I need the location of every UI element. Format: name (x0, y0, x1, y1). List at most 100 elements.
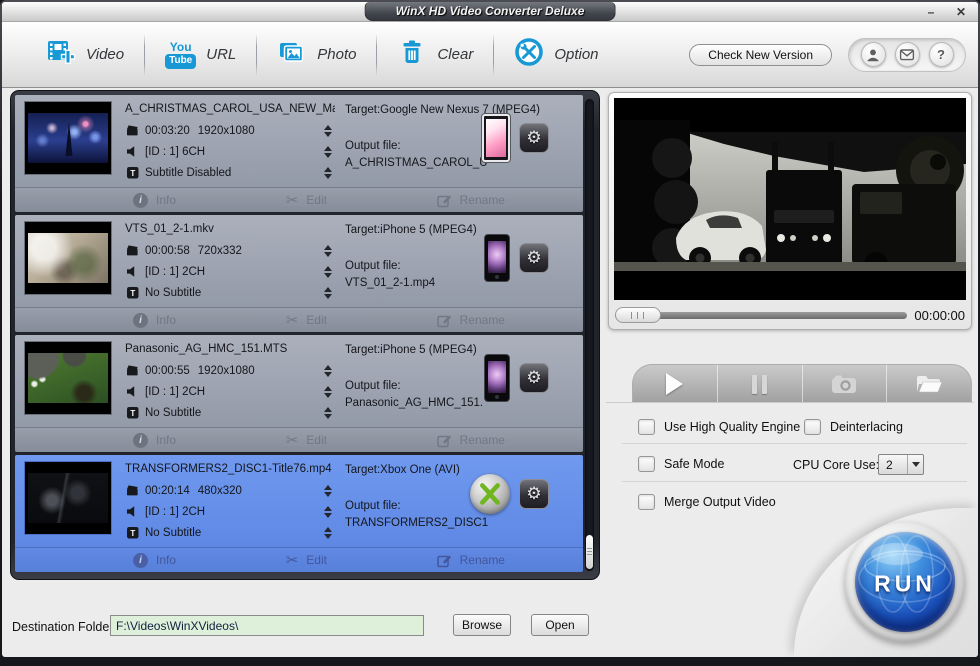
play-button[interactable] (633, 365, 718, 403)
output-file-name: TRANSFORMERS2_DISC1 (345, 517, 583, 529)
cpu-core-option: CPU Core Use: (793, 458, 879, 472)
app-window: WinX HD Video Converter Deluxe – ✕ Video (2, 2, 978, 657)
deinterlacing-checkbox[interactable] (804, 419, 821, 435)
clapperboard-icon (125, 484, 140, 497)
subtitle-spinner[interactable] (321, 405, 335, 421)
destination-folder-label: Destination Folder: (12, 620, 117, 634)
settings-gear-button[interactable]: ⚙ (519, 479, 549, 509)
rename-button[interactable]: Rename (437, 313, 505, 328)
play-icon (666, 373, 683, 395)
merge-option: Merge Output Video (638, 494, 776, 510)
options-divider (622, 443, 967, 444)
cpu-core-select[interactable]: 2 (878, 454, 924, 475)
close-button[interactable]: ✕ (954, 3, 968, 21)
subtitle-spinner[interactable] (321, 285, 335, 301)
video-list-item[interactable]: Panasonic_AG_HMC_151.MTS 00:00:551920x10… (15, 335, 583, 452)
minimize-button[interactable]: – (924, 3, 938, 21)
option-button[interactable]: Option (494, 32, 618, 78)
svg-text:T: T (130, 528, 135, 537)
settings-gear-button[interactable]: ⚙ (519, 243, 549, 273)
rename-button[interactable]: Rename (437, 193, 505, 208)
audio-track-spinner[interactable] (321, 504, 335, 520)
seek-bar-thumb[interactable] (615, 307, 661, 323)
snapshot-button[interactable] (803, 365, 888, 403)
info-button[interactable]: iInfo (133, 193, 176, 208)
url-button-label: URL (206, 46, 236, 63)
cpu-core-value: 2 (879, 458, 907, 472)
person-icon (865, 47, 881, 63)
add-photo-button[interactable]: Photo (257, 32, 376, 78)
info-button[interactable]: iInfo (133, 313, 176, 328)
svg-text:T: T (130, 168, 135, 177)
audio-track-spinner[interactable] (321, 384, 335, 400)
safe-mode-checkbox[interactable] (638, 456, 655, 472)
edit-button[interactable]: ✂Edit (286, 193, 327, 208)
clear-button[interactable]: Clear (377, 32, 493, 78)
open-output-folder-button[interactable] (887, 365, 971, 403)
high-quality-checkbox[interactable] (638, 419, 655, 435)
video-list-item-selected[interactable]: TRANSFORMERS2_DISC1-Title76.mp4 00:20:14… (15, 455, 583, 572)
browse-button[interactable]: Browse (453, 614, 511, 636)
edit-button[interactable]: ✂Edit (286, 433, 327, 448)
info-icon: i (133, 193, 148, 208)
audio-track-spinner[interactable] (321, 144, 335, 160)
list-scrollbar-track[interactable] (585, 99, 594, 571)
destination-folder-input[interactable] (110, 615, 424, 636)
subtitle-spinner[interactable] (321, 525, 335, 541)
rename-button[interactable]: Rename (437, 433, 505, 448)
video-list-item[interactable]: A_CHRISTMAS_CAROL_USA_NEW_Ma 00:03:20192… (15, 95, 583, 212)
scissors-icon: ✂ (286, 433, 299, 448)
clapperboard-icon (125, 244, 140, 257)
google-nexus-7-tablet-icon (482, 114, 510, 162)
info-icon: i (133, 433, 148, 448)
add-url-button[interactable]: You Tube URL (145, 32, 256, 78)
video-title: TRANSFORMERS2_DISC1-Title76.mp4 (125, 463, 335, 475)
photo-icon (277, 37, 307, 72)
video-list-item[interactable]: VTS_01_2-1.mkv 00:00:58720x332 [ID : 1] … (15, 215, 583, 332)
duration-spinner[interactable] (321, 363, 335, 379)
run-button[interactable]: RUN (855, 532, 955, 632)
help-button[interactable]: ? (929, 42, 954, 67)
svg-text:T: T (130, 408, 135, 417)
youtube-icon: You Tube (165, 41, 196, 69)
pause-button[interactable] (718, 365, 803, 403)
scissors-icon: ✂ (286, 313, 299, 328)
folder-icon (915, 374, 943, 394)
feedback-mail-button[interactable] (895, 42, 920, 67)
svg-text:T: T (130, 288, 135, 297)
video-title: Panasonic_AG_HMC_151.MTS (125, 343, 335, 355)
info-button[interactable]: iInfo (133, 433, 176, 448)
settings-gear-button[interactable]: ⚙ (519, 363, 549, 393)
photo-button-label: Photo (317, 46, 356, 63)
settings-gear-button[interactable]: ⚙ (519, 123, 549, 153)
info-icon: i (133, 313, 148, 328)
edit-button[interactable]: ✂Edit (286, 553, 327, 568)
open-button[interactable]: Open (531, 614, 589, 636)
duration-spinner[interactable] (321, 483, 335, 499)
check-new-version-button[interactable]: Check New Version (689, 44, 832, 66)
speaker-icon (125, 265, 140, 278)
subtitle-spinner[interactable] (321, 165, 335, 181)
seek-bar-track[interactable] (615, 312, 907, 319)
duration-spinner[interactable] (321, 243, 335, 259)
rename-pencil-icon (437, 193, 452, 208)
speaker-icon (125, 385, 140, 398)
info-button[interactable]: iInfo (133, 553, 176, 568)
dropdown-arrow-icon (907, 455, 923, 474)
video-preview (614, 98, 966, 300)
edit-button[interactable]: ✂Edit (286, 313, 327, 328)
duration-spinner[interactable] (321, 123, 335, 139)
subtitle-icon: T (125, 287, 140, 299)
rename-pencil-icon (437, 553, 452, 568)
audio-track-spinner[interactable] (321, 264, 335, 280)
add-video-button[interactable]: Video (26, 32, 144, 78)
trash-icon (397, 37, 427, 72)
rename-button[interactable]: Rename (437, 553, 505, 568)
list-scrollbar-thumb[interactable] (586, 535, 593, 569)
options-divider (622, 481, 967, 482)
account-button[interactable] (861, 42, 886, 67)
merge-checkbox[interactable] (638, 494, 655, 510)
rename-pencil-icon (437, 313, 452, 328)
window-frame: WinX HD Video Converter Deluxe – ✕ Video (0, 0, 980, 666)
scissors-icon: ✂ (286, 553, 299, 568)
